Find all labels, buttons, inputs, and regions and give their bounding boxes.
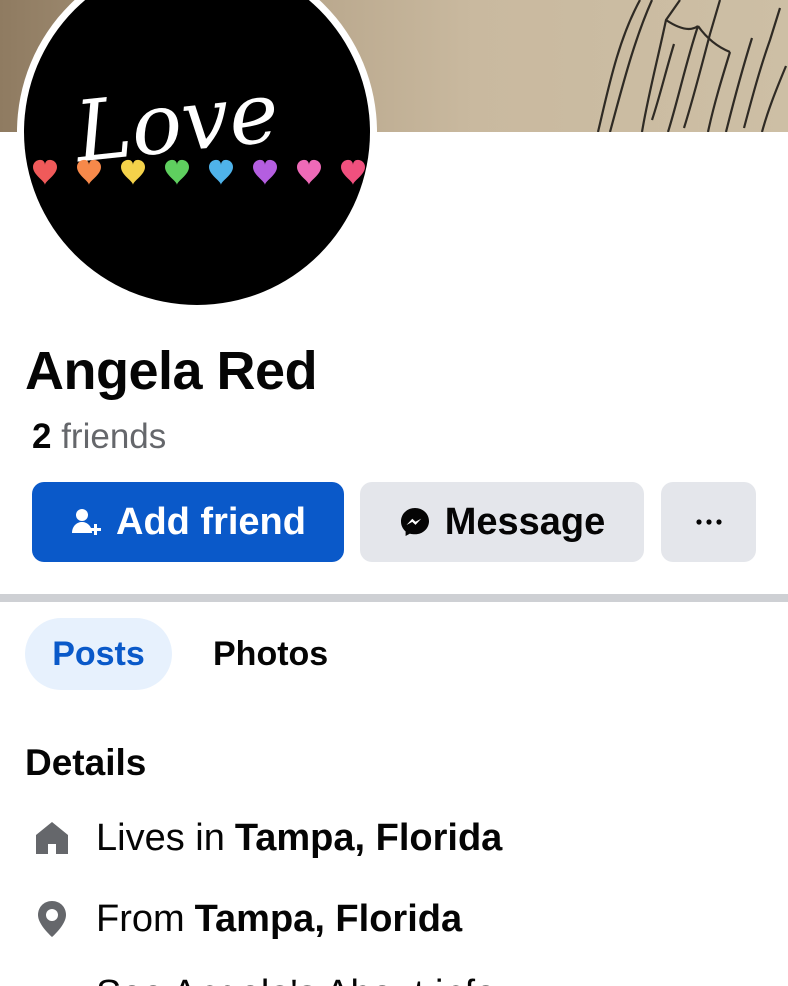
profile-name: Angela Red xyxy=(25,341,318,401)
add-friend-button[interactable]: Add friend xyxy=(32,482,344,562)
home-icon xyxy=(32,818,72,858)
detail-lives-in-prefix: Lives in xyxy=(96,816,225,859)
more-dots-icon xyxy=(695,519,722,525)
messenger-icon xyxy=(399,506,431,538)
message-label: Message xyxy=(444,500,606,543)
friends-count: 2 xyxy=(32,417,52,456)
detail-lives-in: Lives in Tampa, Florida xyxy=(32,810,502,866)
detail-from-value[interactable]: Tampa, Florida xyxy=(195,898,462,941)
detail-from-prefix: From xyxy=(96,897,185,940)
friends-count-link[interactable]: 2 friends xyxy=(32,416,166,458)
location-pin-icon xyxy=(32,899,72,939)
tab-posts[interactable]: Posts xyxy=(25,618,172,690)
message-button[interactable]: Message xyxy=(360,482,644,562)
cover-drawing xyxy=(596,0,788,132)
friends-label: friends xyxy=(61,417,167,456)
detail-from: From Tampa, Florida xyxy=(32,891,462,947)
detail-lives-in-value[interactable]: Tampa, Florida xyxy=(235,817,502,860)
see-about-info-link[interactable]: See Angela's About info xyxy=(32,966,496,986)
add-person-icon xyxy=(70,506,102,538)
tab-photos[interactable]: Photos xyxy=(213,618,328,690)
see-about-info-label: See Angela's About info xyxy=(96,973,496,986)
more-dots-icon xyxy=(32,974,72,986)
more-options-button[interactable] xyxy=(661,482,756,562)
details-heading: Details xyxy=(25,742,147,783)
add-friend-label: Add friend xyxy=(116,500,306,543)
section-divider xyxy=(0,594,788,602)
